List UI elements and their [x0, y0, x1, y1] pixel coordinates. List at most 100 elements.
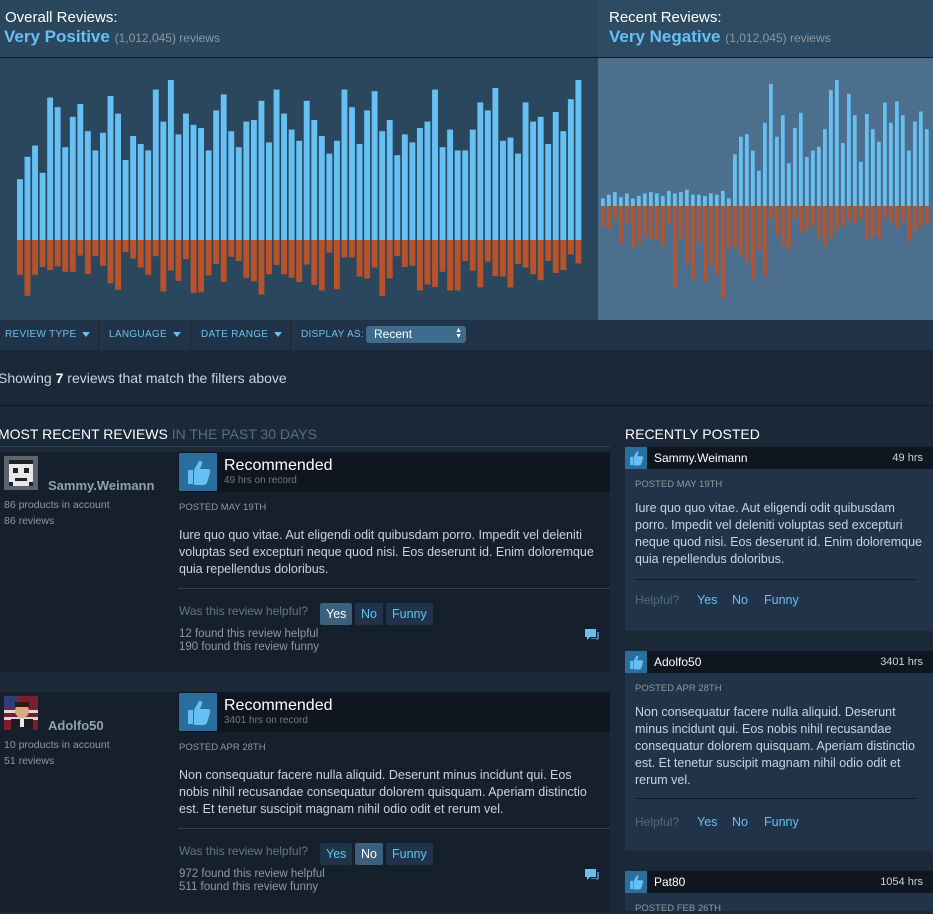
positive-bar[interactable] — [77, 104, 84, 240]
negative-bar[interactable] — [655, 206, 659, 241]
negative-bar[interactable] — [303, 240, 310, 265]
negative-bar[interactable] — [619, 206, 623, 244]
negative-bar[interactable] — [823, 206, 827, 246]
negative-bar[interactable] — [130, 240, 137, 259]
negative-bar[interactable] — [859, 206, 863, 219]
positive-bar[interactable] — [709, 193, 713, 206]
filter-review-type[interactable]: REVIEW TYPE — [5, 320, 91, 350]
positive-bar[interactable] — [715, 194, 719, 206]
negative-bar[interactable] — [811, 206, 815, 226]
review-username[interactable]: Adolfo50 — [48, 718, 104, 733]
negative-bar[interactable] — [205, 240, 212, 276]
recent-card-user[interactable]: Adolfo50 — [654, 655, 701, 669]
positive-bar[interactable] — [122, 160, 129, 240]
negative-bar[interactable] — [273, 240, 280, 266]
negative-bar[interactable] — [266, 240, 272, 275]
positive-bar[interactable] — [273, 89, 280, 240]
negative-bar[interactable] — [895, 206, 899, 229]
negative-bar[interactable] — [24, 240, 31, 296]
negative-bar[interactable] — [865, 206, 869, 240]
positive-bar[interactable] — [643, 193, 647, 206]
negative-bar[interactable] — [379, 240, 386, 296]
negative-bar[interactable] — [877, 206, 881, 239]
negative-bar[interactable] — [925, 206, 929, 224]
negative-bar[interactable] — [122, 240, 129, 252]
negative-bar[interactable] — [364, 240, 371, 279]
positive-bar[interactable] — [829, 90, 833, 206]
positive-bar[interactable] — [39, 172, 46, 240]
negative-bar[interactable] — [799, 206, 803, 233]
positive-bar[interactable] — [243, 121, 250, 240]
positive-bar[interactable] — [601, 198, 605, 206]
positive-bar[interactable] — [661, 195, 665, 206]
negative-bar[interactable] — [757, 206, 761, 251]
negative-bar[interactable] — [432, 240, 438, 287]
negative-bar[interactable] — [537, 240, 544, 281]
positive-bar[interactable] — [333, 140, 340, 240]
positive-bar[interactable] — [62, 147, 69, 240]
negative-bar[interactable] — [39, 240, 46, 267]
positive-bar[interactable] — [492, 88, 499, 240]
positive-bar[interactable] — [560, 131, 567, 240]
negative-bar[interactable] — [137, 240, 144, 268]
positive-bar[interactable] — [607, 194, 611, 206]
negative-bar[interactable] — [530, 240, 537, 275]
positive-bar[interactable] — [288, 129, 295, 240]
positive-bar[interactable] — [69, 116, 76, 240]
recent-card-no-link[interactable]: No — [732, 593, 748, 607]
negative-bar[interactable] — [243, 240, 250, 278]
positive-bar[interactable] — [439, 147, 446, 240]
positive-bar[interactable] — [386, 120, 393, 240]
negative-bar[interactable] — [394, 240, 401, 257]
negative-bar[interactable] — [721, 206, 725, 298]
positive-bar[interactable] — [613, 192, 617, 206]
recent-card-header[interactable]: Sammy.Weimann 49 hrs — [625, 447, 933, 469]
negative-bar[interactable] — [522, 240, 529, 268]
negative-bar[interactable] — [349, 240, 355, 258]
positive-bar[interactable] — [190, 124, 197, 240]
negative-bar[interactable] — [817, 206, 821, 238]
products-count[interactable]: 10 products in account — [4, 737, 110, 753]
positive-bar[interactable] — [424, 121, 431, 240]
negative-bar[interactable] — [552, 240, 559, 273]
negative-bar[interactable] — [175, 240, 182, 281]
negative-bar[interactable] — [235, 240, 242, 261]
negative-bar[interactable] — [167, 240, 174, 271]
positive-bar[interactable] — [552, 112, 559, 240]
filter-date-range[interactable]: DATE RANGE — [201, 320, 283, 350]
positive-bar[interactable] — [919, 111, 923, 207]
positive-bar[interactable] — [537, 116, 544, 240]
positive-bar[interactable] — [530, 121, 537, 240]
negative-bar[interactable] — [341, 240, 348, 258]
negative-bar[interactable] — [69, 240, 76, 272]
filter-language[interactable]: LANGUAGE — [109, 320, 181, 350]
positive-bar[interactable] — [462, 150, 469, 240]
positive-bar[interactable] — [697, 194, 701, 206]
negative-bar[interactable] — [703, 206, 707, 283]
negative-bar[interactable] — [751, 206, 755, 279]
reviews-count[interactable]: 86 reviews — [4, 513, 110, 529]
overall-rating[interactable]: Very Positive (1,012,045) reviews — [4, 27, 220, 47]
recent-card-funny-link[interactable]: Funny — [764, 593, 799, 607]
negative-bar[interactable] — [62, 240, 69, 272]
positive-bar[interactable] — [781, 115, 785, 206]
positive-bar[interactable] — [507, 137, 514, 240]
positive-bar[interactable] — [152, 89, 159, 240]
positive-bar[interactable] — [235, 147, 242, 240]
negative-bar[interactable] — [152, 240, 159, 257]
negative-bar[interactable] — [281, 240, 288, 275]
positive-bar[interactable] — [685, 189, 689, 206]
positive-bar[interactable] — [907, 150, 911, 206]
negative-bar[interactable] — [901, 206, 905, 222]
positive-bar[interactable] — [394, 155, 401, 240]
positive-bar[interactable] — [84, 131, 91, 240]
vote-funny-button[interactable]: Funny — [386, 843, 433, 865]
positive-bar[interactable] — [205, 150, 212, 240]
positive-bar[interactable] — [835, 80, 839, 206]
positive-bar[interactable] — [901, 115, 905, 206]
negative-bar[interactable] — [787, 206, 791, 250]
positive-bar[interactable] — [631, 198, 635, 206]
negative-bar[interactable] — [515, 240, 521, 264]
negative-bar[interactable] — [469, 240, 476, 271]
positive-bar[interactable] — [655, 193, 659, 206]
